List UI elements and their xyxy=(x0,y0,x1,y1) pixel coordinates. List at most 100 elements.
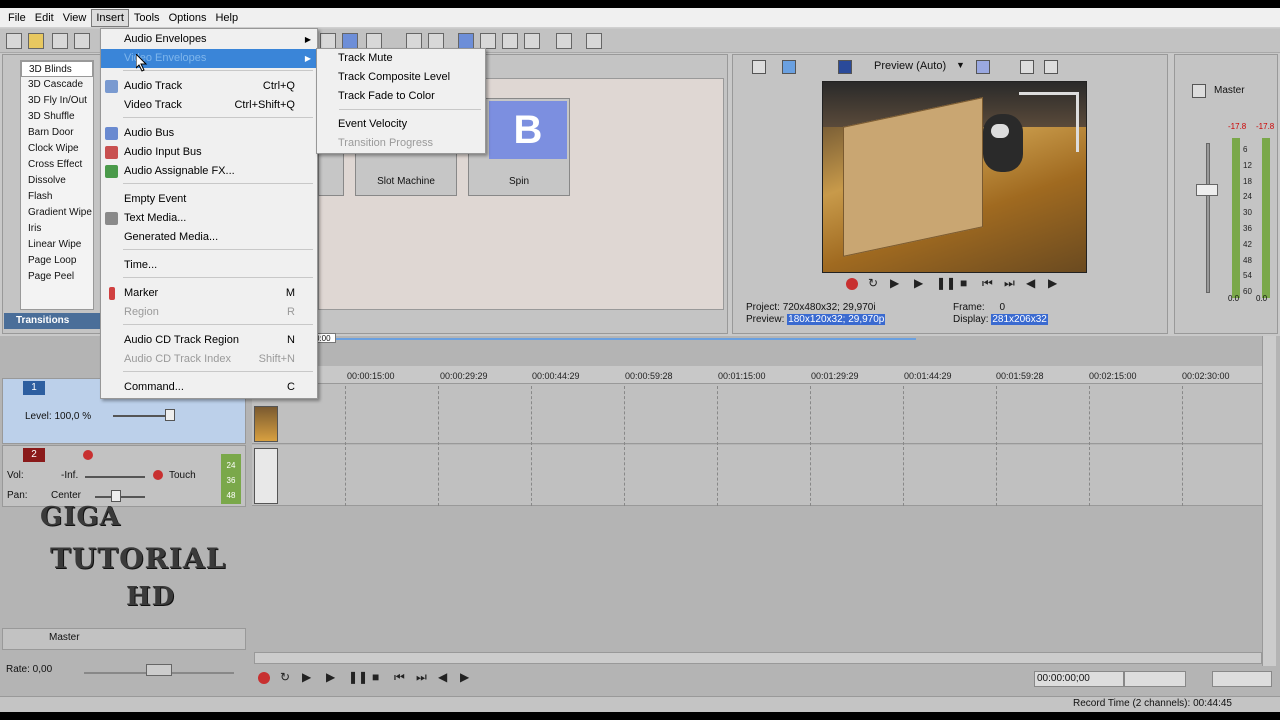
level-slider-handle[interactable] xyxy=(165,409,175,421)
audio-track-header[interactable]: 2 Vol: -Inf. Touch Pan: Center 24 36 48 xyxy=(2,445,246,507)
video-event-thumb[interactable] xyxy=(254,406,278,442)
envelope-tool-icon[interactable] xyxy=(366,33,382,49)
video-track-lane[interactable] xyxy=(252,384,1262,444)
submenu-item-track-composite-level[interactable]: Track Composite Level xyxy=(317,68,485,87)
select-icon[interactable] xyxy=(502,33,518,49)
vertical-scrollbar[interactable] xyxy=(1262,336,1276,666)
level-slider[interactable] xyxy=(113,415,173,417)
go-end-icon[interactable]: ⏭ xyxy=(1004,276,1015,291)
menu-insert[interactable]: Insert xyxy=(91,8,129,27)
vol-slider[interactable] xyxy=(85,476,145,478)
list-item[interactable]: Page Loop xyxy=(21,253,93,269)
menu-item-region[interactable]: Region R xyxy=(101,303,317,322)
menu-item-empty-event[interactable]: Empty Event xyxy=(101,190,317,209)
menu-item-generated-media[interactable]: Generated Media... xyxy=(101,228,317,247)
go-end-icon[interactable]: ⏭ xyxy=(416,670,427,685)
tool-icon[interactable] xyxy=(320,33,336,49)
play-from-start-icon[interactable]: ▶ xyxy=(302,670,311,684)
stop-icon[interactable]: ■ xyxy=(372,670,379,684)
list-item[interactable]: 3D Shuffle xyxy=(21,109,93,125)
list-item[interactable]: Dissolve xyxy=(21,173,93,189)
list-item[interactable]: Iris xyxy=(21,221,93,237)
loop-icon[interactable]: ↻ xyxy=(280,670,290,684)
menu-item-audio-envelopes[interactable]: Audio Envelopes ▶ xyxy=(101,30,317,49)
record-icon[interactable] xyxy=(258,672,270,684)
time-display[interactable]: 00:00:00;00 xyxy=(1034,671,1124,687)
menu-edit[interactable]: Edit xyxy=(31,10,58,26)
preview-properties-icon[interactable] xyxy=(752,60,766,74)
cross-icon[interactable] xyxy=(480,33,496,49)
snap-icon[interactable] xyxy=(406,33,422,49)
menu-item-video-track[interactable]: Video Track Ctrl+Shift+Q xyxy=(101,96,317,115)
master-fader-handle[interactable] xyxy=(1196,184,1218,196)
list-item[interactable]: 3D Blinds xyxy=(21,61,93,77)
submenu-item-track-mute[interactable]: Track Mute xyxy=(317,49,485,68)
automation-icon[interactable] xyxy=(153,470,163,480)
copy-snapshot-icon[interactable] xyxy=(1020,60,1034,74)
save-icon[interactable] xyxy=(52,33,68,49)
play-icon[interactable]: ▶ xyxy=(326,670,335,684)
audio-track-lane[interactable] xyxy=(252,445,1262,506)
next-frame-icon[interactable]: ▶ xyxy=(1048,276,1057,290)
touch-mode[interactable]: Touch xyxy=(169,470,196,481)
stop-icon[interactable]: ■ xyxy=(960,276,967,290)
list-item[interactable]: Gradient Wipe xyxy=(21,205,93,221)
pause-icon[interactable]: ❚❚ xyxy=(936,276,956,290)
menu-item-audio-track[interactable]: Audio Track Ctrl+Q xyxy=(101,77,317,96)
loop-region-bar[interactable] xyxy=(336,338,916,340)
menu-item-audio-bus[interactable]: Audio Bus xyxy=(101,124,317,143)
arm-record-icon[interactable] xyxy=(83,450,93,460)
list-item[interactable]: 3D Fly In/Out xyxy=(21,93,93,109)
arrow-tool-icon[interactable] xyxy=(586,33,602,49)
menu-tools[interactable]: Tools xyxy=(130,10,164,26)
list-item[interactable]: Page Peel xyxy=(21,269,93,285)
go-start-icon[interactable]: ⏮ xyxy=(394,670,405,685)
play-icon[interactable]: ▶ xyxy=(914,276,923,290)
next-frame-icon[interactable]: ▶ xyxy=(460,670,469,684)
chevron-down-icon[interactable]: ▼ xyxy=(956,60,965,70)
list-item[interactable]: Flash xyxy=(21,189,93,205)
go-start-icon[interactable]: ⏮ xyxy=(982,276,993,291)
menu-help[interactable]: Help xyxy=(211,10,242,26)
menu-item-audio-input-bus[interactable]: Audio Input Bus xyxy=(101,143,317,162)
selection-length-field[interactable] xyxy=(1124,671,1186,687)
menu-item-audio-cd-track-region[interactable]: Audio CD Track Region N xyxy=(101,331,317,350)
overlays-icon[interactable] xyxy=(976,60,990,74)
master-track-header[interactable]: Master xyxy=(2,628,246,650)
zoom-icon[interactable] xyxy=(524,33,540,49)
pan-slider-handle[interactable] xyxy=(111,490,121,502)
save-snapshot-icon[interactable] xyxy=(1044,60,1058,74)
menu-item-audio-cd-track-index[interactable]: Audio CD Track Index Shift+N xyxy=(101,350,317,369)
play-from-start-icon[interactable]: ▶ xyxy=(890,276,899,290)
preview-mode-dropdown[interactable]: Preview (Auto) xyxy=(874,60,946,72)
save-as-icon[interactable] xyxy=(74,33,90,49)
new-project-icon[interactable] xyxy=(6,33,22,49)
ripple-icon[interactable] xyxy=(458,33,474,49)
menu-view[interactable]: View xyxy=(59,10,91,26)
cursor-icon[interactable] xyxy=(556,33,572,49)
list-item[interactable]: Barn Door xyxy=(21,125,93,141)
menu-item-command[interactable]: Command... C xyxy=(101,378,317,397)
pause-icon[interactable]: ❚❚ xyxy=(348,670,368,684)
submenu-item-track-fade-to-color[interactable]: Track Fade to Color xyxy=(317,87,485,106)
menu-item-marker[interactable]: Marker M xyxy=(101,284,317,303)
record-icon[interactable] xyxy=(846,278,858,290)
master-props-icon[interactable] xyxy=(1192,84,1206,98)
rate-slider-handle[interactable] xyxy=(146,664,172,676)
audio-event[interactable] xyxy=(254,448,278,504)
selection-end-field[interactable] xyxy=(1212,671,1272,687)
open-folder-icon[interactable] xyxy=(28,33,44,49)
menu-item-time[interactable]: Time... xyxy=(101,256,317,275)
horizontal-scrollbar[interactable] xyxy=(254,652,1262,664)
menu-item-audio-assignable-fx[interactable]: Audio Assignable FX... xyxy=(101,162,317,181)
edit-tool-icon[interactable] xyxy=(342,33,358,49)
prev-frame-icon[interactable]: ◀ xyxy=(1026,276,1035,290)
menu-file[interactable]: File xyxy=(4,10,30,26)
loop-icon[interactable]: ↻ xyxy=(868,276,878,290)
menu-options[interactable]: Options xyxy=(165,10,211,26)
prev-frame-icon[interactable]: ◀ xyxy=(438,670,447,684)
external-monitor-icon[interactable] xyxy=(782,60,796,74)
list-item[interactable]: Cross Effect xyxy=(21,157,93,173)
submenu-item-transition-progress[interactable]: Transition Progress xyxy=(317,134,485,153)
submenu-item-event-velocity[interactable]: Event Velocity xyxy=(317,115,485,134)
